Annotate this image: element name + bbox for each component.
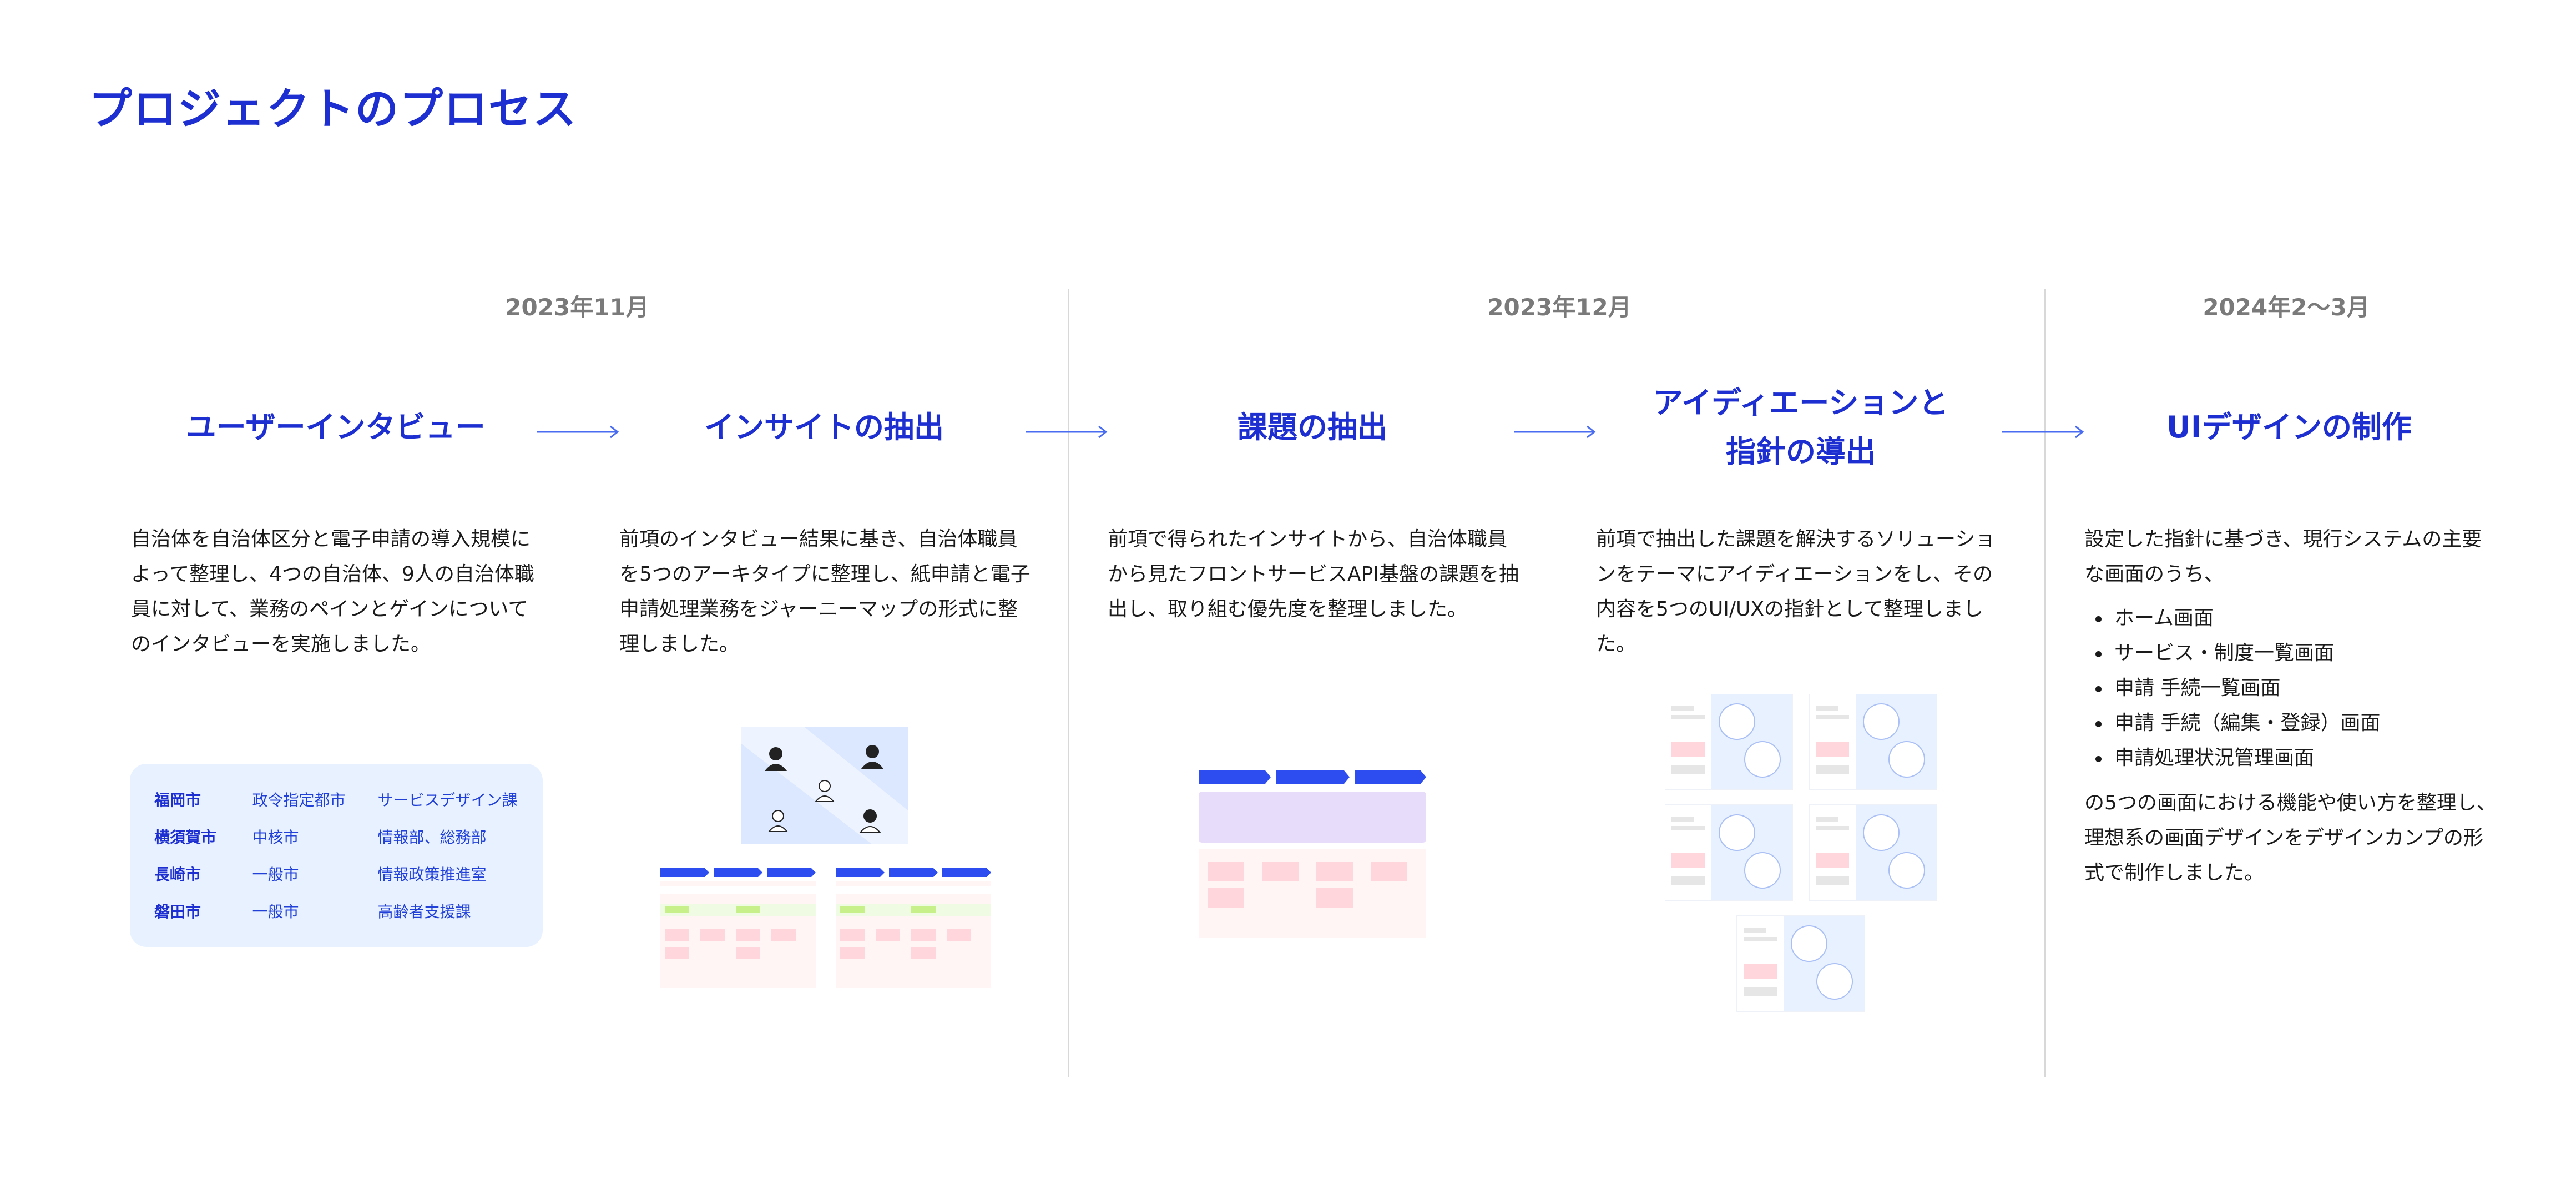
issue-map-illustration [1199,770,1426,938]
archetype-people-image [741,727,908,844]
description-outro: の5つの画面における機能や使い方を整理し、理想系の画面デザインをデザインカンプの… [2084,792,2497,884]
step-title-line: 指針の導出 [1726,434,1876,469]
step-description-ui-design: 設定した指針に基づき、現行システムの主要な画面のうち、 ホーム画面 サービス・制… [2084,522,2501,890]
city-type: 中核市 [252,828,299,847]
arrow-right-icon [537,425,619,439]
city-type: 一般市 [252,865,299,884]
step-description-user-interview: 自治体を自治体区分と電子申請の導入規模によって整理し、4つの自治体、9人の自治体… [131,528,534,656]
guideline-card [1665,694,1793,790]
table-row: 長崎市 一般市 情報政策推進室 [154,863,543,900]
step-title-issue: 課題の抽出 [1107,403,1518,452]
step-title-line: 課題の抽出 [1238,410,1387,445]
period-divider [2044,289,2046,1077]
step-description-issue: 前項で得られたインサイトから、自治体職員から見たフロントサービスAPI基盤の課題… [1108,528,1519,621]
step-title-ui-design: UIデザインの制作 [2084,403,2494,452]
journey-map-image [660,867,991,988]
city-type: 政令指定都市 [252,791,346,809]
step-title-line: インサイトの抽出 [704,410,944,445]
period-label-nov-2023: 2023年11月 [505,294,649,321]
city-department: 情報政策推進室 [377,865,487,884]
step-title-line: ユーザーインタビュー [186,410,486,445]
city-name: 磐田市 [154,903,201,921]
city-department: 情報部、総務部 [377,828,487,847]
city-department: サービスデザイン課 [377,791,518,809]
step-description-insight: 前項のインタビュー結果に基き、自治体職員を5つのアーキタイプに整理し、紙申請と電… [619,528,1031,656]
list-item: 申請 手続（編集・登録）画面 [2084,706,2501,740]
step-description-ideation: 前項で抽出した課題を解決するソリューションをテーマにアイディエーションをし、その… [1596,528,1996,656]
city-name: 福岡市 [154,791,201,809]
archetype-journey-illustration [660,727,991,988]
list-item: 申請 手続一覧画面 [2084,671,2501,706]
arrow-right-icon [2002,425,2084,439]
city-name: 横須賀市 [154,828,217,847]
page-title: プロジェクトのプロセス [89,84,578,134]
screen-list: ホーム画面 サービス・制度一覧画面 申請 手続一覧画面 申請 手続（編集・登録）… [2084,601,2501,775]
city-name: 長崎市 [154,865,201,884]
arrow-right-icon [1026,425,1108,439]
table-row: 福岡市 政令指定都市 サービスデザイン課 [154,788,543,825]
municipality-card: 福岡市 政令指定都市 サービスデザイン課 横須賀市 中核市 情報部、総務部 長崎… [130,764,543,947]
period-divider [1068,289,1069,1077]
guideline-card [1736,915,1865,1012]
guideline-card [1809,804,1937,901]
guideline-cards-illustration [1665,694,1937,1012]
period-label-feb-mar-2024: 2024年2〜3月 [2203,294,2370,321]
step-title-line: UIデザインの制作 [2166,410,2412,445]
list-item: ホーム画面 [2084,601,2501,636]
table-row: 磐田市 一般市 高齢者支援課 [154,900,543,937]
list-item: サービス・制度一覧画面 [2084,636,2501,671]
city-type: 一般市 [252,903,299,921]
step-title-ideation: アイディエーションと 指針の導出 [1595,379,2006,476]
table-row: 横須賀市 中核市 情報部、総務部 [154,825,543,863]
city-department: 高齢者支援課 [377,903,471,921]
step-title-user-interview: ユーザーインタビュー [130,403,541,452]
guideline-card [1665,804,1793,901]
guideline-card [1809,694,1937,790]
step-title-line: アイディエーションと [1653,385,1949,420]
step-title-insight: インサイトの抽出 [619,403,1029,452]
arrow-right-icon [1514,425,1596,439]
period-label-dec-2023: 2023年12月 [1487,294,1632,321]
description-intro: 設定した指針に基づき、現行システムの主要な画面のうち、 [2084,528,2482,586]
list-item: 申請処理状況管理画面 [2084,740,2501,775]
